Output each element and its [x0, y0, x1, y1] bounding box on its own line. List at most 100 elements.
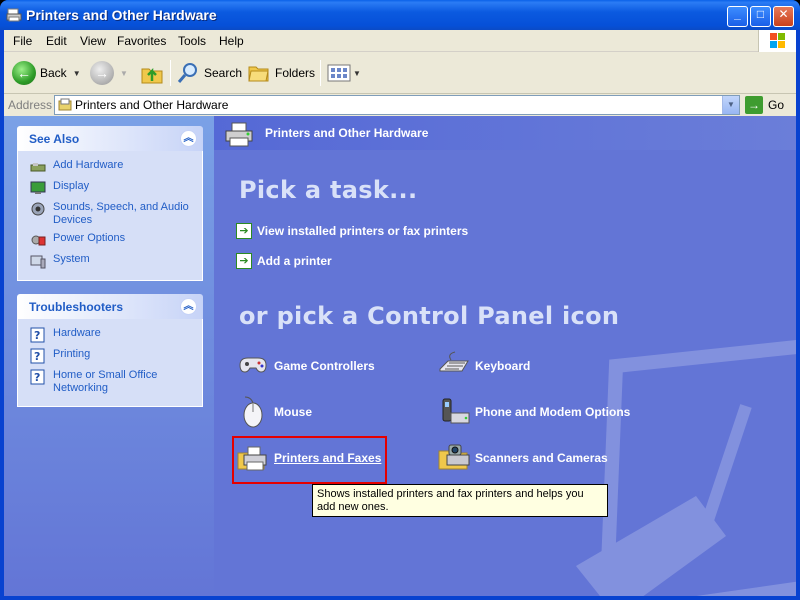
see-also-item-system[interactable]: System: [30, 253, 196, 269]
printer-folder-icon: [6, 8, 22, 22]
collapse-chevron-icon[interactable]: ︽: [180, 130, 197, 147]
see-also-item-sounds[interactable]: Sounds, Speech, and Audio Devices: [30, 201, 196, 227]
main-pane: Printers and Other Hardware Pick a task.…: [214, 116, 796, 596]
window-title: Printers and Other Hardware: [26, 7, 217, 23]
menu-view[interactable]: View: [80, 34, 106, 48]
up-folder-icon: [141, 67, 163, 84]
svg-text:?: ?: [34, 329, 40, 342]
display-icon: [30, 181, 46, 194]
phone-modem-icon: [442, 398, 470, 424]
window-frame-bottom[interactable]: [0, 596, 800, 600]
back-button[interactable]: ← Back ▼: [12, 58, 81, 88]
views-button[interactable]: ▼: [327, 58, 361, 88]
menu-help[interactable]: Help: [219, 34, 244, 48]
folders-label: Folders: [275, 66, 316, 80]
cp-mouse[interactable]: Mouse: [236, 395, 312, 429]
title-bar[interactable]: Printers and Other Hardware _ □ ✕: [0, 0, 800, 30]
printer-folder-icon: [58, 98, 72, 111]
troubleshooters-header[interactable]: Troubleshooters ︽: [17, 294, 203, 319]
task-label: Add a printer: [257, 254, 332, 268]
cp-label: Mouse: [274, 405, 313, 419]
cp-label: Keyboard: [475, 359, 531, 373]
close-button[interactable]: ✕: [773, 6, 794, 27]
see-also-label: System: [53, 253, 90, 265]
troubleshooter-item-networking[interactable]: ? Home or Small Office Networking: [30, 369, 196, 395]
task-view-printers[interactable]: ➔ View installed printers or fax printer…: [236, 223, 468, 239]
pick-task-heading: Pick a task...: [239, 176, 418, 204]
cp-scanners-cameras[interactable]: Scanners and Cameras: [437, 441, 608, 475]
chevron-down-icon[interactable]: ▼: [120, 69, 128, 78]
menu-tools[interactable]: Tools: [178, 34, 206, 48]
troubleshooter-item-printing[interactable]: ? Printing: [30, 348, 196, 364]
see-also-list: Add Hardware Display Sounds, Speech, and…: [17, 151, 203, 281]
address-input[interactable]: Printers and Other Hardware ▼: [54, 95, 740, 115]
scanner-camera-icon: [438, 444, 470, 470]
mouse-icon: [243, 396, 263, 428]
task-arrow-icon: ➔: [236, 253, 252, 269]
troubleshooter-label: Printing: [53, 348, 91, 360]
see-also-title: See Also: [29, 132, 80, 146]
category-banner: Printers and Other Hardware: [214, 116, 796, 150]
task-add-printer[interactable]: ➔ Add a printer: [236, 253, 332, 269]
search-icon: [177, 63, 197, 83]
windows-logo-icon: [758, 30, 796, 52]
up-folder-button[interactable]: [140, 58, 164, 88]
see-also-label: Power Options: [53, 232, 126, 244]
address-dropdown-button[interactable]: ▼: [722, 96, 739, 114]
troubleshooters-list: ? Hardware ? Printing ? Home or Small Of…: [17, 319, 203, 407]
maximize-button[interactable]: □: [750, 6, 771, 27]
address-bar: Address Printers and Other Hardware ▼ → …: [4, 94, 796, 116]
task-arrow-icon: ➔: [236, 223, 252, 239]
go-button[interactable]: → Go: [745, 95, 784, 115]
see-also-item-power-options[interactable]: Power Options: [30, 232, 196, 248]
cp-label: Game Controllers: [274, 359, 375, 373]
address-value: Printers and Other Hardware: [75, 98, 229, 112]
minimize-button[interactable]: _: [727, 6, 748, 27]
see-also-panel: See Also ︽ Add Hardware Display Sounds, …: [17, 126, 203, 281]
go-arrow-icon: →: [745, 96, 763, 114]
search-label: Search: [204, 66, 243, 80]
explorer-window: Printers and Other Hardware _ □ ✕ File E…: [0, 0, 800, 600]
back-label: Back: [40, 66, 67, 80]
add-hardware-icon: [30, 163, 46, 172]
see-also-header[interactable]: See Also ︽: [17, 126, 203, 151]
pick-icon-heading: or pick a Control Panel icon: [239, 302, 620, 330]
see-also-item-display[interactable]: Display: [30, 180, 196, 196]
collapse-chevron-icon[interactable]: ︽: [180, 298, 197, 315]
cp-label: Scanners and Cameras: [475, 451, 608, 465]
menu-bar: File Edit View Favorites Tools Help: [4, 30, 796, 52]
maximize-icon: □: [756, 7, 765, 21]
menu-favorites[interactable]: Favorites: [117, 34, 166, 48]
tooltip: Shows installed printers and fax printer…: [312, 484, 608, 517]
system-icon: [30, 255, 46, 269]
svg-text:?: ?: [34, 371, 40, 384]
chevron-down-icon[interactable]: ▼: [73, 69, 81, 78]
task-label: View installed printers or fax printers: [257, 224, 469, 238]
menu-edit[interactable]: Edit: [46, 34, 67, 48]
selection-highlight: [232, 436, 387, 484]
cp-game-controllers[interactable]: Game Controllers: [236, 349, 375, 383]
toolbar-separator: [170, 60, 171, 86]
game-controller-icon: [239, 357, 267, 373]
cp-phone-modem[interactable]: Phone and Modem Options: [437, 395, 630, 429]
folders-button[interactable]: Folders: [247, 58, 315, 88]
cp-keyboard[interactable]: Keyboard: [437, 349, 530, 383]
see-also-item-add-hardware[interactable]: Add Hardware: [30, 159, 196, 175]
cp-label: Phone and Modem Options: [475, 405, 631, 419]
search-button[interactable]: Search: [176, 58, 242, 88]
menu-file[interactable]: File: [13, 34, 32, 48]
window-frame-left[interactable]: [0, 30, 4, 600]
troubleshooter-label: Home or Small Office Networking: [53, 369, 158, 394]
power-options-icon: [31, 235, 46, 246]
window-frame-right[interactable]: [796, 30, 800, 600]
chevron-down-icon[interactable]: ▼: [353, 69, 361, 78]
minimize-icon: _: [734, 7, 741, 21]
category-title: Printers and Other Hardware: [265, 126, 429, 140]
back-arrow-icon: ←: [12, 61, 36, 85]
close-icon: ✕: [778, 7, 789, 21]
printer-icon: [225, 122, 253, 147]
see-also-label: Sounds, Speech, and Audio Devices: [53, 201, 189, 226]
content-area: See Also ︽ Add Hardware Display Sounds, …: [4, 116, 796, 596]
forward-button[interactable]: → ▼: [90, 58, 128, 88]
troubleshooter-item-hardware[interactable]: ? Hardware: [30, 327, 196, 343]
